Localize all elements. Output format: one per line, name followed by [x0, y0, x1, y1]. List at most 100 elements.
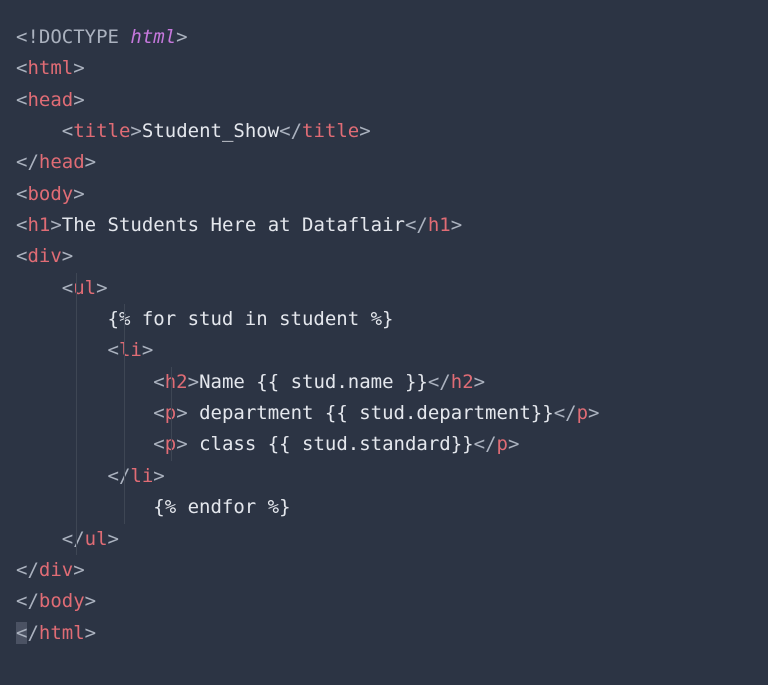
token-tag-name: p: [577, 402, 588, 424]
token-doctype-kw: DOCTYPE: [39, 26, 131, 48]
token-tag-name: head: [27, 89, 73, 111]
token-tag-name: h1: [27, 214, 50, 236]
token-template: {% endfor %}: [153, 496, 290, 518]
indent-guide: [124, 335, 125, 366]
indent: [16, 465, 108, 487]
token-tag-bracket: <: [16, 245, 27, 267]
token-tag-bracket: <!: [16, 26, 39, 48]
token-doctype-html: html: [130, 26, 176, 48]
token-tag-bracket: >: [85, 622, 96, 644]
indent-guide: [171, 429, 172, 460]
code-line[interactable]: <head>: [16, 85, 752, 116]
token-text: Student_Show: [142, 120, 279, 142]
token-tag-bracket: >: [176, 433, 187, 455]
token-tag-bracket: <: [16, 89, 27, 111]
code-line[interactable]: {% endfor %}: [16, 492, 752, 523]
token-tag-name: li: [130, 465, 153, 487]
token-tag-bracket: <: [153, 371, 164, 393]
token-tag-bracket: <: [153, 402, 164, 424]
indent-guide: [124, 304, 125, 335]
token-tag-bracket: >: [73, 559, 84, 581]
token-tag-bracket: <: [16, 183, 27, 205]
indent-guide: [76, 304, 77, 335]
indent-guide: [76, 273, 77, 304]
token-tag-name: body: [27, 183, 73, 205]
indent-guide: [76, 524, 77, 555]
code-line[interactable]: </ul>: [16, 524, 752, 555]
token-tag-bracket: <: [16, 57, 27, 79]
code-line[interactable]: <div>: [16, 241, 752, 272]
code-line[interactable]: </head>: [16, 147, 752, 178]
token-tag-bracket: >: [176, 402, 187, 424]
token-tag-bracket: >: [142, 339, 153, 361]
token-tag-bracket: >: [451, 214, 462, 236]
code-line[interactable]: <!DOCTYPE html>: [16, 22, 752, 53]
indent: [16, 277, 62, 299]
token-tag-bracket: </: [16, 622, 39, 644]
indent: [16, 402, 153, 424]
indent-guide: [76, 429, 77, 460]
indent-guide: [124, 492, 125, 523]
token-tag-bracket: >: [85, 590, 96, 612]
token-tag-name: h1: [428, 214, 451, 236]
indent-guide: [124, 398, 125, 429]
token-tag-bracket: </: [279, 120, 302, 142]
indent-guide: [124, 461, 125, 492]
token-text: Name {{ stud.name }}: [199, 371, 428, 393]
token-tag-bracket: >: [130, 120, 141, 142]
indent: [16, 371, 153, 393]
token-tag-name: title: [302, 120, 359, 142]
token-tag-bracket: </: [108, 465, 131, 487]
indent-guide: [124, 367, 125, 398]
token-tag-bracket: </: [62, 528, 85, 550]
token-tag-name: h2: [165, 371, 188, 393]
token-tag-bracket: >: [176, 26, 187, 48]
token-tag-bracket: </: [405, 214, 428, 236]
indent: [16, 120, 62, 142]
token-tag-name: title: [73, 120, 130, 142]
code-line[interactable]: <li>: [16, 335, 752, 366]
code-line[interactable]: <h2>Name {{ stud.name }}</h2>: [16, 367, 752, 398]
token-text: class {{ stud.standard}}: [188, 433, 474, 455]
token-tag-bracket: <: [62, 120, 73, 142]
code-line[interactable]: <p> department {{ stud.department}}</p>: [16, 398, 752, 429]
token-tag-bracket: <: [16, 214, 27, 236]
indent-guide: [76, 398, 77, 429]
code-line[interactable]: </li>: [16, 461, 752, 492]
code-line[interactable]: <body>: [16, 179, 752, 210]
code-line[interactable]: <h1>The Students Here at Dataflair</h1>: [16, 210, 752, 241]
token-tag-bracket: >: [359, 120, 370, 142]
token-tag-name: h2: [451, 371, 474, 393]
indent-guide: [76, 461, 77, 492]
code-line[interactable]: {% for stud in student %}: [16, 304, 752, 335]
token-tag-bracket: >: [153, 465, 164, 487]
token-tag-bracket: >: [73, 183, 84, 205]
token-tag-name: html: [27, 57, 73, 79]
code-line[interactable]: </body>: [16, 586, 752, 617]
indent-guide: [124, 429, 125, 460]
code-line[interactable]: </html>: [16, 618, 752, 649]
token-tag-bracket: >: [62, 245, 73, 267]
indent-guide: [76, 367, 77, 398]
indent: [16, 433, 153, 455]
token-tag-name: li: [119, 339, 142, 361]
token-tag-bracket: >: [508, 433, 519, 455]
code-editor[interactable]: <!DOCTYPE html><html><head> <title>Stude…: [16, 22, 752, 649]
token-tag-bracket: </: [16, 151, 39, 173]
token-tag-bracket: </: [554, 402, 577, 424]
code-line[interactable]: <p> class {{ stud.standard}}</p>: [16, 429, 752, 460]
token-text: department {{ stud.department}}: [188, 402, 554, 424]
code-line[interactable]: <title>Student_Show</title>: [16, 116, 752, 147]
code-line[interactable]: </div>: [16, 555, 752, 586]
token-tag-name: body: [39, 590, 85, 612]
token-tag-name: html: [39, 622, 85, 644]
code-line[interactable]: <html>: [16, 53, 752, 84]
token-tag-bracket: >: [588, 402, 599, 424]
token-tag-bracket: </: [428, 371, 451, 393]
code-line[interactable]: <ul>: [16, 273, 752, 304]
indent: [16, 308, 108, 330]
token-tag-bracket: </: [474, 433, 497, 455]
token-tag-bracket: <: [108, 339, 119, 361]
indent-guide: [76, 335, 77, 366]
indent: [16, 528, 62, 550]
